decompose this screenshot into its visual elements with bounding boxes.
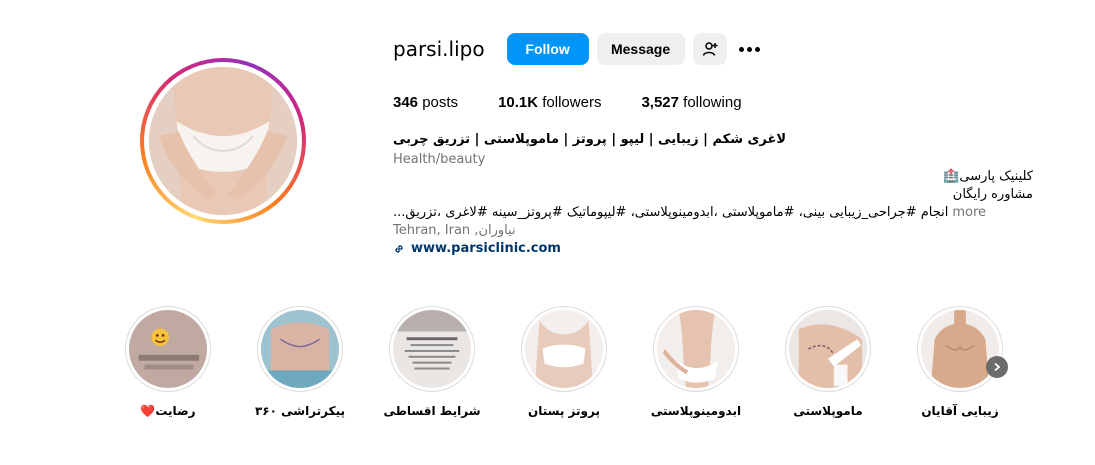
more-options-icon[interactable] <box>737 33 763 65</box>
highlight-abdominoplasty[interactable]: ابدومینوپلاستی <box>641 306 751 418</box>
avatar-photo <box>149 67 297 215</box>
suggest-accounts-button[interactable] <box>692 33 727 65</box>
highlight-body-sculpting-thumbnail <box>261 310 339 388</box>
highlight-breast-implant[interactable]: پروتز پستان <box>509 306 619 418</box>
highlight-label: زیبایی آقایان <box>921 404 999 418</box>
profile-category: Health/beauty <box>393 152 486 167</box>
follow-button[interactable]: Follow <box>506 33 589 65</box>
highlight-abdominoplasty-thumbnail <box>657 310 735 388</box>
highlight-installments[interactable]: شرایط اقساطی <box>377 306 487 418</box>
highlight-label: شرایط اقساطی <box>383 404 481 418</box>
profile-website-link[interactable]: www.parsiclinic.com <box>393 239 1033 259</box>
person-add-icon <box>702 42 718 56</box>
highlight-installments-thumbnail <box>393 310 471 388</box>
highlight-mammoplasty-thumbnail <box>789 310 867 388</box>
posts-label: posts <box>418 94 459 111</box>
profile-full-name: لاغری شکم | زیبایی | لیپو | پروتز | مامو… <box>393 132 787 147</box>
followers-number: 10.1K <box>498 94 539 111</box>
highlight-label: رضایت❤️ <box>140 404 196 418</box>
highlight-label: ابدومینوپلاستی <box>650 404 742 418</box>
bio-line-clinic: کلینیک پارسی🏥 <box>943 169 1033 184</box>
highlight-label: پیکرتراشی ۳۶۰ <box>254 404 346 418</box>
bio-description-text: انجام #جراحی_زیبایی بینی، #ماموپلاستی ،ا… <box>393 205 949 220</box>
highlight-breast-implant-thumbnail <box>525 310 603 388</box>
highlight-label: ماموپلاستی <box>793 404 863 418</box>
profile-avatar[interactable] <box>140 58 306 224</box>
posts-number: 346 <box>393 94 419 111</box>
chevron-right-icon <box>994 362 1001 372</box>
highlight-reviews-thumbnail <box>129 310 207 388</box>
following-count[interactable]: 3,527 following <box>641 94 741 111</box>
profile-username: parsi.lipo <box>393 37 485 61</box>
message-button[interactable]: Message <box>596 33 685 65</box>
highlight-body-sculpting[interactable]: پیکرتراشی ۳۶۰ <box>245 306 355 418</box>
highlight-reviews[interactable]: رضایت❤️ <box>113 306 223 418</box>
highlight-mammoplasty[interactable]: ماموپلاستی <box>773 306 883 418</box>
bio-line-consultation: مشاوره رایگان <box>952 187 1033 202</box>
followers-label: followers <box>538 94 602 111</box>
following-label: following <box>679 94 742 111</box>
posts-count: 346 posts <box>393 94 458 111</box>
link-icon <box>395 245 403 253</box>
highlight-men-beauty-thumbnail <box>921 310 999 388</box>
followers-count[interactable]: 10.1K followers <box>498 94 601 111</box>
following-number: 3,527 <box>641 94 679 111</box>
story-highlights: رضایت❤️ پیکرتراشی ۳۶۰ شرایط اقساطی پروتز… <box>0 306 1095 436</box>
website-url: www.parsiclinic.com <box>411 241 561 256</box>
bio-description: انجام #جراحی_زیبایی بینی، #ماموپلاستی ،ا… <box>393 204 1033 222</box>
bio-more-link[interactable]: more <box>952 204 986 222</box>
profile-location: Tehran, Iran ,نیاوران <box>393 223 516 238</box>
highlight-label: پروتز پستان <box>528 404 600 418</box>
highlights-next-button[interactable] <box>986 356 1008 378</box>
